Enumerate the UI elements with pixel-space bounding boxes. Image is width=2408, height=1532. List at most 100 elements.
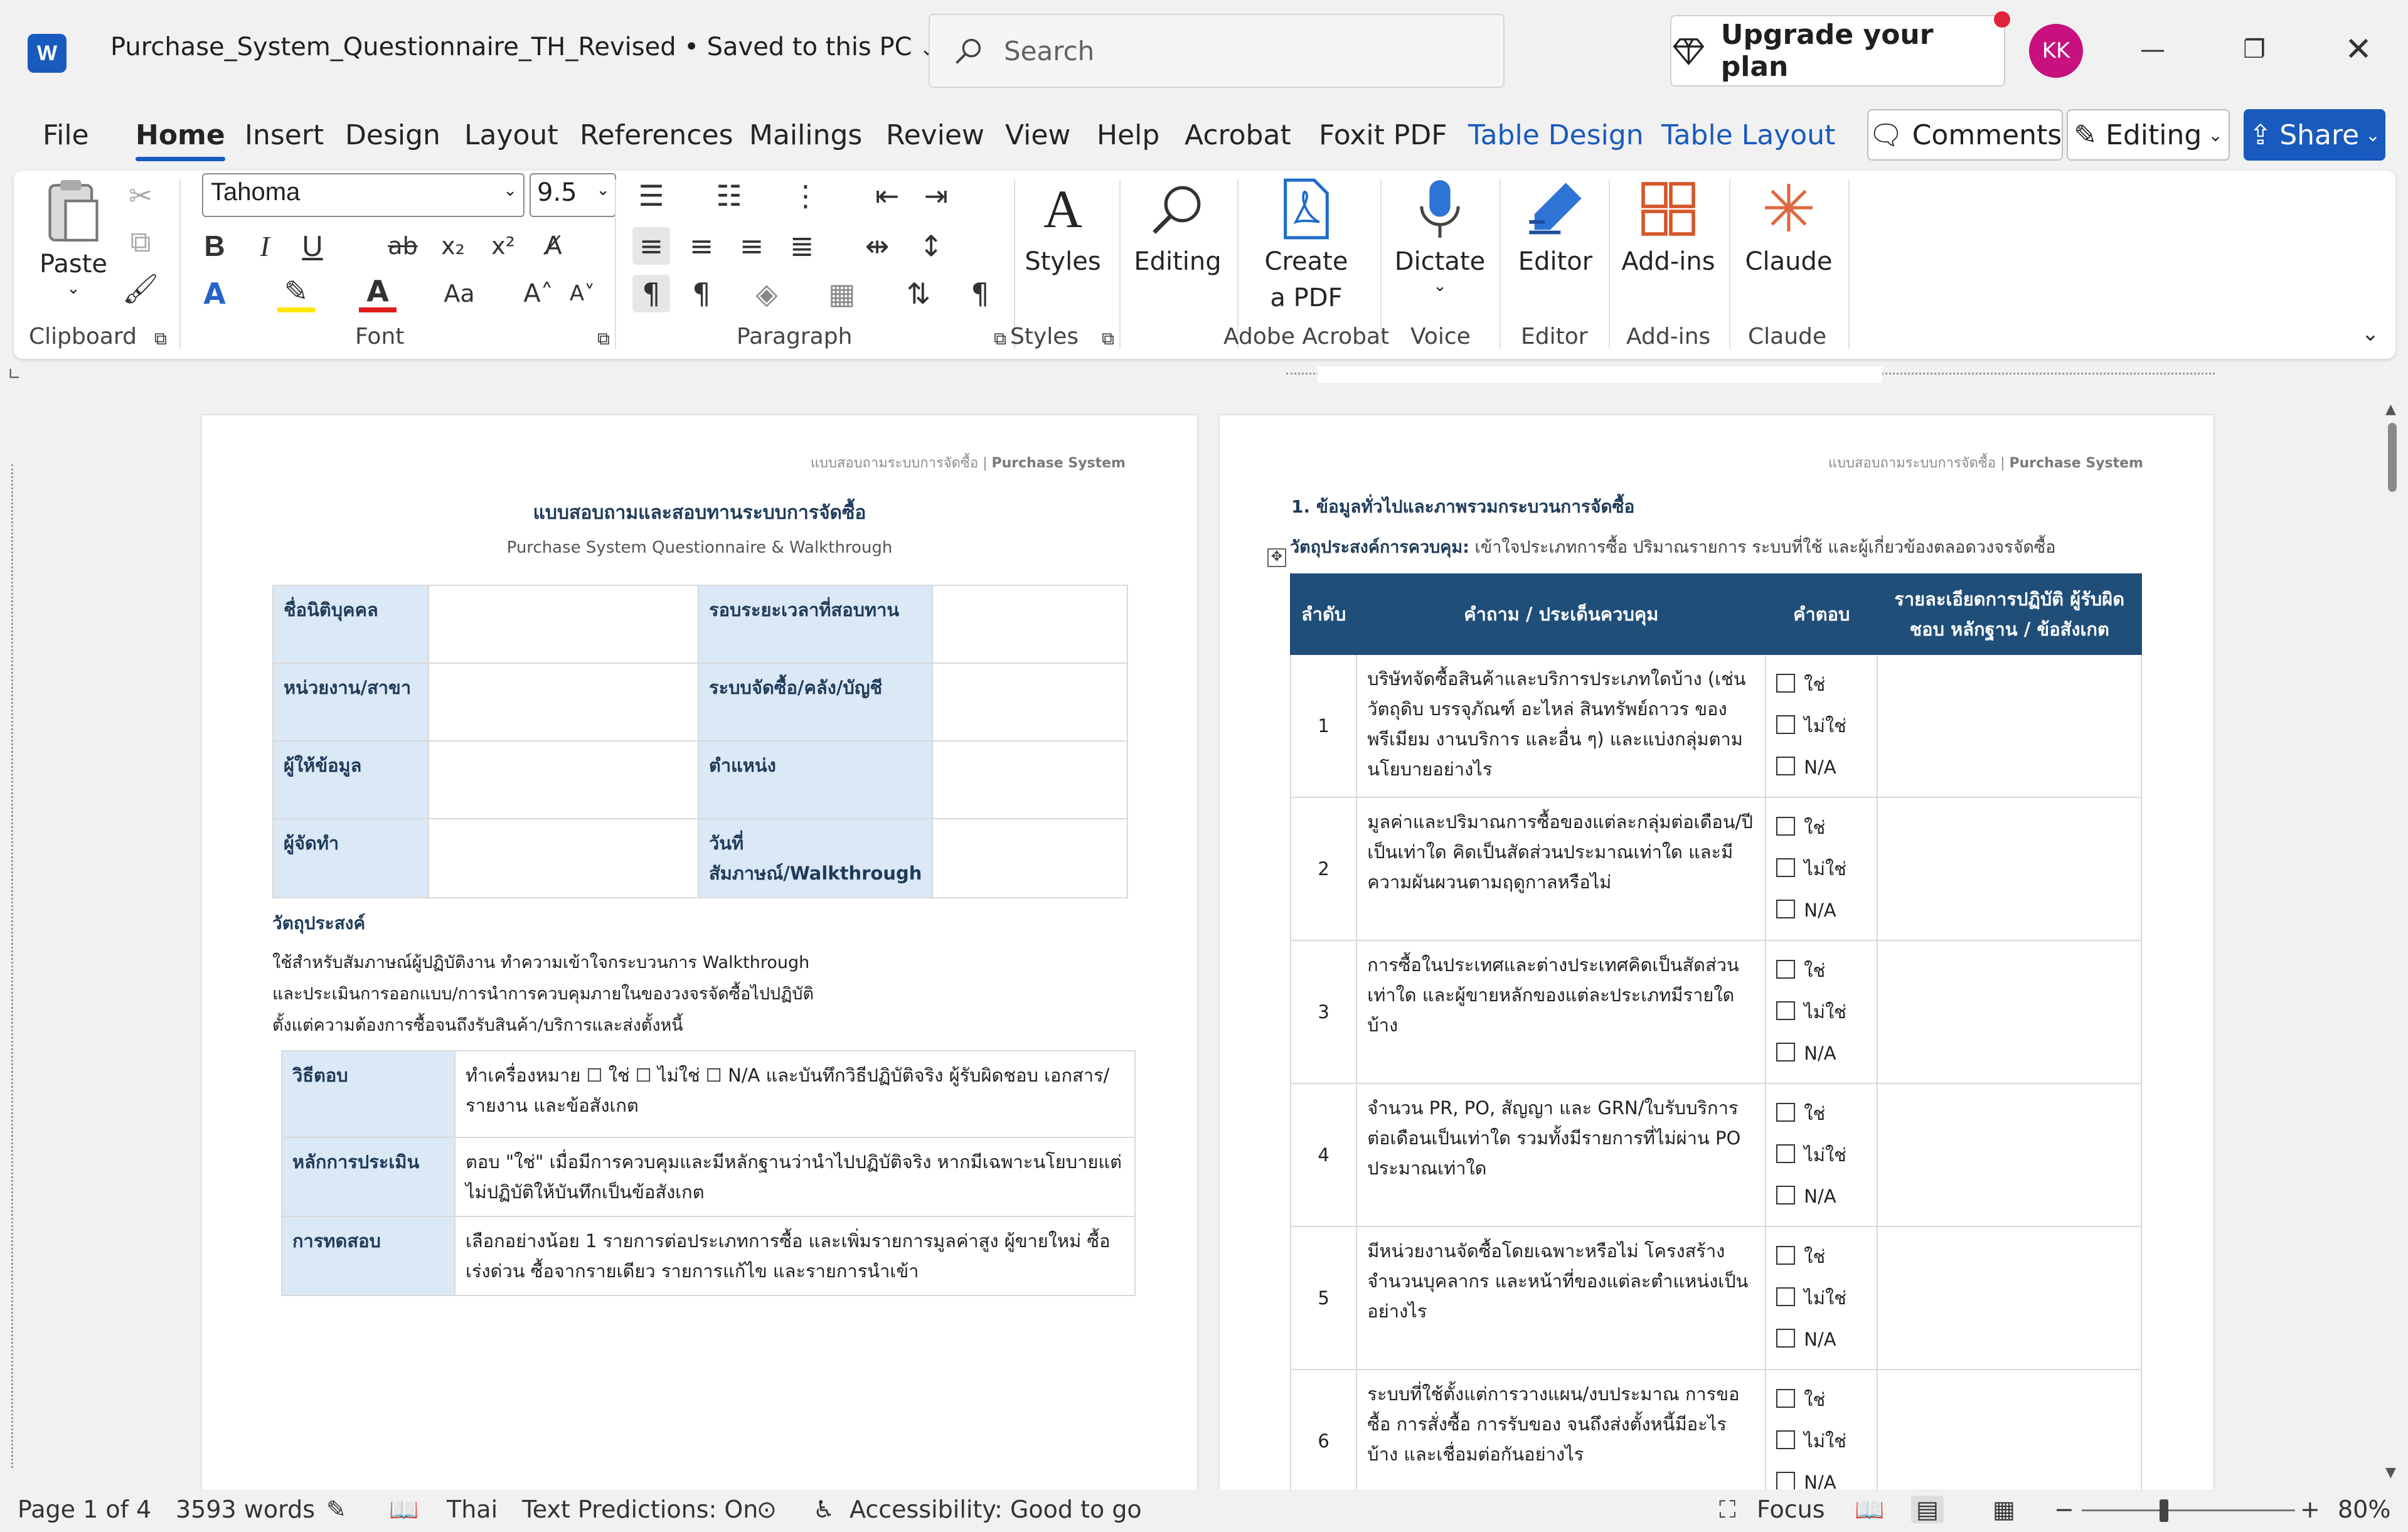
sort-icon[interactable]: ⇅: [900, 275, 937, 312]
shrink-font-icon[interactable]: A˅: [563, 275, 601, 312]
copy-icon[interactable]: ⧉: [122, 223, 159, 261]
tab-acrobat[interactable]: Acrobat: [1185, 119, 1291, 151]
bullets-icon[interactable]: ☰: [632, 177, 670, 215]
scrollbar-thumb[interactable]: [2388, 423, 2397, 492]
document-page-2[interactable]: แบบสอบถามระบบการจัดซื้อ | Purchase Syste…: [1220, 415, 2214, 1489]
close-icon[interactable]: ✕: [2336, 28, 2380, 72]
scroll-down-icon[interactable]: ▼: [2385, 1465, 2396, 1481]
comments-button[interactable]: 🗨 Comments: [1867, 109, 2063, 161]
answer-yes-checkbox[interactable]: ใช่: [1776, 664, 1867, 705]
info-value-cell[interactable]: [932, 818, 1128, 898]
justify-icon[interactable]: ≣: [783, 227, 821, 265]
text-effects-icon[interactable]: A: [196, 275, 233, 312]
dialog-launcher-icon[interactable]: ⧉: [1089, 320, 1127, 358]
answer-no-checkbox[interactable]: ไม่ใช่: [1776, 991, 1867, 1033]
tab-home[interactable]: Home: [136, 119, 225, 161]
table-move-handle-icon[interactable]: ✥: [1267, 548, 1286, 567]
page-count[interactable]: Page 1 of 4: [18, 1496, 151, 1523]
answer-yes-checkbox[interactable]: ใช่: [1776, 807, 1867, 848]
answer-no-checkbox[interactable]: ไม่ใช่: [1776, 1277, 1867, 1319]
info-value-cell[interactable]: [932, 585, 1128, 664]
scroll-up-icon[interactable]: ▲: [2385, 402, 2396, 417]
change-case-icon[interactable]: Aa: [440, 275, 478, 312]
details-cell[interactable]: [1877, 1083, 2142, 1227]
print-layout-icon[interactable]: ▤: [1911, 1496, 1944, 1523]
answer-yes-checkbox[interactable]: ใช่: [1776, 1093, 1867, 1134]
proofing-icon[interactable]: ✎: [326, 1496, 346, 1523]
details-cell[interactable]: [1877, 1369, 2142, 1489]
focus-label[interactable]: Focus: [1757, 1496, 1825, 1523]
zoom-out-icon[interactable]: −: [2054, 1496, 2074, 1523]
styles-button[interactable]: A Styles: [1019, 174, 1107, 280]
vertical-scrollbar[interactable]: ▲ ▼: [2384, 402, 2399, 1481]
language-indicator[interactable]: Thai: [447, 1496, 498, 1523]
vertical-ruler[interactable]: [0, 414, 29, 1481]
decrease-indent-icon[interactable]: ⇤: [868, 177, 906, 215]
macro-icon[interactable]: ⊙: [757, 1496, 777, 1523]
answer-yes-checkbox[interactable]: ใช่: [1776, 950, 1867, 991]
strikethrough-icon[interactable]: ab: [384, 227, 422, 265]
answer-na-checkbox[interactable]: N/A: [1776, 747, 1867, 788]
tab-selector-icon[interactable]: ∟: [8, 365, 21, 384]
italic-icon[interactable]: I: [246, 227, 284, 265]
editing-mode-button[interactable]: ✎ Editing ⌄: [2067, 109, 2230, 161]
distributed-icon[interactable]: ⇹: [858, 227, 896, 265]
align-right-icon[interactable]: ≡: [733, 227, 770, 265]
details-cell[interactable]: [1877, 940, 2142, 1084]
increase-indent-icon[interactable]: ⇥: [917, 177, 955, 215]
horizontal-ruler[interactable]: ∟: [0, 364, 2408, 386]
underline-icon[interactable]: U: [294, 227, 331, 265]
book-icon[interactable]: 📖: [389, 1496, 418, 1524]
zoom-slider[interactable]: [2082, 1509, 2295, 1511]
details-cell[interactable]: [1877, 654, 2142, 798]
info-value-cell[interactable]: [428, 585, 699, 664]
tab-layout[interactable]: Layout: [464, 119, 558, 151]
tab-view[interactable]: View: [1005, 119, 1070, 151]
tab-references[interactable]: References: [580, 119, 733, 151]
web-layout-icon[interactable]: ▦: [1993, 1496, 2015, 1523]
answer-no-checkbox[interactable]: ไม่ใช่: [1776, 705, 1867, 747]
collapse-ribbon-icon[interactable]: ⌄: [2352, 315, 2389, 353]
answer-yes-checkbox[interactable]: ใช่: [1776, 1236, 1867, 1277]
zoom-level[interactable]: 80%: [2338, 1496, 2390, 1523]
create-pdf-button[interactable]: Create a PDF: [1244, 174, 1369, 316]
tab-table-layout[interactable]: Table Layout: [1661, 119, 1835, 151]
zoom-in-icon[interactable]: +: [2300, 1496, 2320, 1523]
focus-icon[interactable]: ⛶: [1719, 1496, 1736, 1524]
superscript-icon[interactable]: x²: [484, 227, 522, 265]
word-count[interactable]: 3593 words: [176, 1496, 315, 1523]
tab-foxit-pdf[interactable]: Foxit PDF: [1319, 119, 1447, 151]
borders-icon[interactable]: ▦: [823, 275, 861, 312]
answer-no-checkbox[interactable]: ไม่ใช่: [1776, 1420, 1867, 1462]
align-left-icon[interactable]: ≡: [632, 227, 670, 265]
document-page-1[interactable]: แบบสอบถามระบบการจัดซื้อ | Purchase Syste…: [202, 415, 1197, 1489]
line-spacing-icon[interactable]: ↕: [912, 227, 950, 265]
answer-na-checkbox[interactable]: N/A: [1776, 890, 1867, 931]
tab-review[interactable]: Review: [886, 119, 984, 151]
info-value-cell[interactable]: [932, 662, 1128, 742]
details-cell[interactable]: [1877, 1226, 2142, 1370]
avatar[interactable]: KK: [2029, 24, 2083, 78]
tab-help[interactable]: Help: [1097, 119, 1159, 151]
restore-icon[interactable]: ❐: [2232, 28, 2276, 72]
rtl-icon[interactable]: ¶: [683, 275, 720, 312]
answer-na-checkbox[interactable]: N/A: [1776, 1319, 1867, 1360]
align-center-icon[interactable]: ≡: [683, 227, 720, 265]
text-predictions-status[interactable]: Text Predictions: On: [522, 1496, 758, 1523]
document-title[interactable]: Purchase_System_Questionnaire_TH_Revised…: [110, 33, 935, 61]
tab-mailings[interactable]: Mailings: [749, 119, 862, 151]
shading-icon[interactable]: ◈: [748, 275, 786, 312]
font-color-icon[interactable]: A: [359, 274, 397, 312]
answer-yes-checkbox[interactable]: ใช่: [1776, 1379, 1867, 1420]
tab-file[interactable]: File: [43, 119, 89, 151]
share-button[interactable]: ⇪ Share ⌄: [2244, 109, 2385, 161]
claude-button[interactable]: ✳ Claude: [1735, 174, 1842, 280]
paste-button[interactable]: Paste ⌄: [39, 177, 108, 297]
zoom-slider-thumb[interactable]: [2160, 1499, 2168, 1522]
editor-button[interactable]: Editor: [1508, 174, 1602, 280]
info-value-cell[interactable]: [428, 740, 699, 819]
read-mode-icon[interactable]: 📖: [1855, 1496, 1884, 1524]
tab-design[interactable]: Design: [345, 119, 440, 151]
dialog-launcher-icon[interactable]: ⧉: [585, 320, 622, 358]
accessibility-status[interactable]: Accessibility: Good to go: [850, 1496, 1142, 1523]
